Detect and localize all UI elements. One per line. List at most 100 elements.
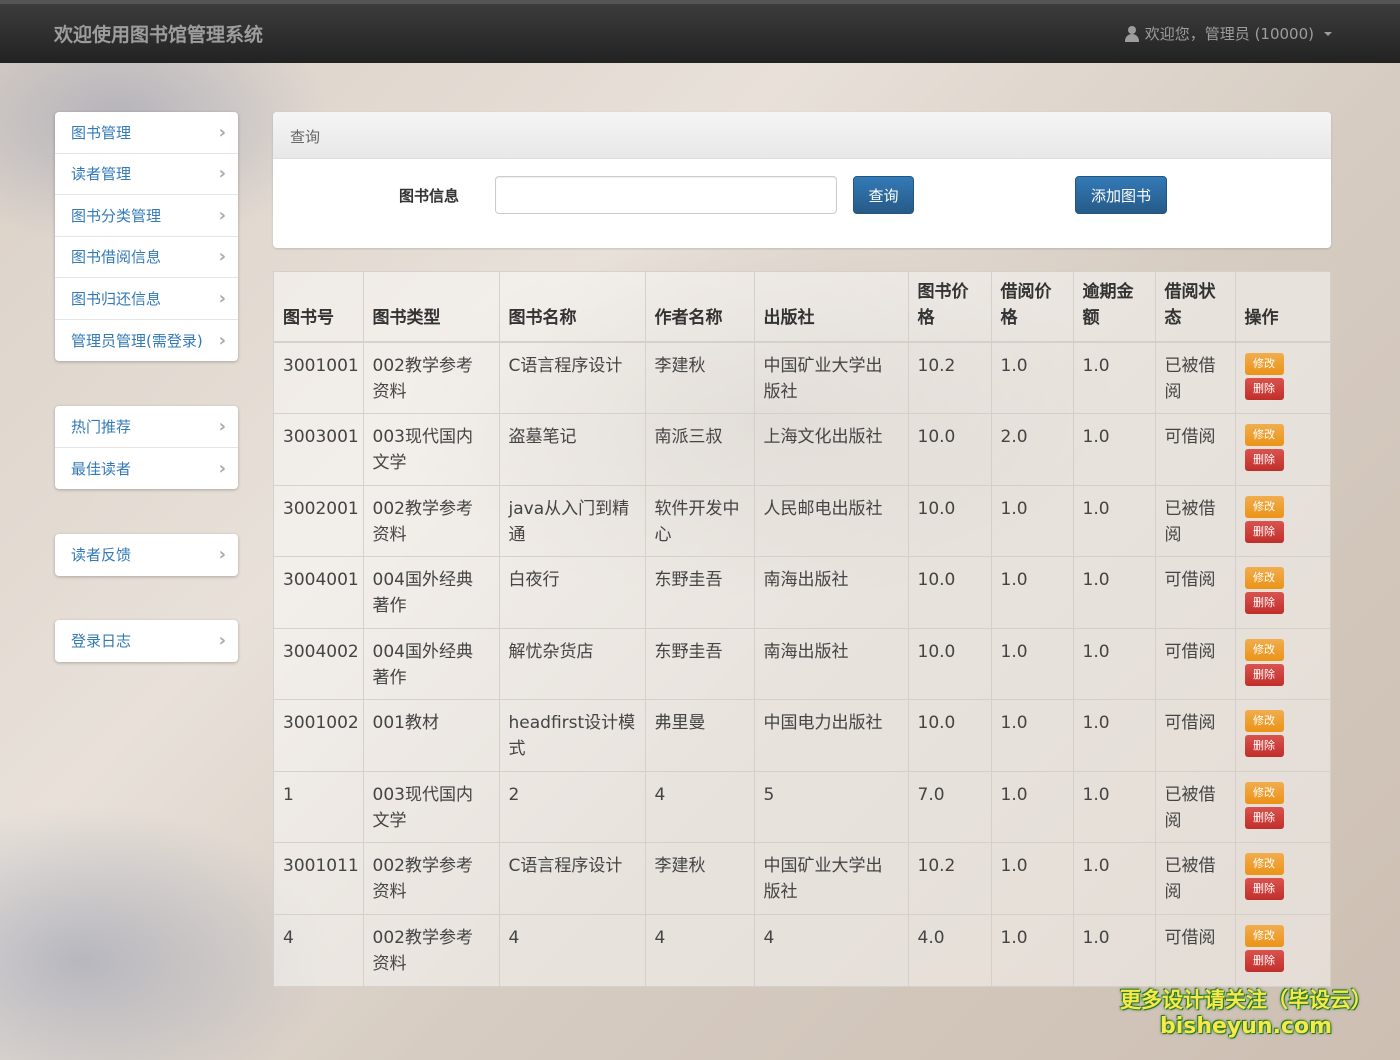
edit-button[interactable]: 修改 bbox=[1244, 353, 1284, 375]
edit-button[interactable]: 修改 bbox=[1244, 781, 1284, 804]
sidebar-item-label: 读者反馈 bbox=[71, 546, 132, 565]
delete-button[interactable]: 删除 bbox=[1244, 520, 1284, 543]
column-header: 图书名称 bbox=[499, 272, 646, 343]
delete-button[interactable]: 删除 bbox=[1244, 449, 1284, 471]
table-cell: 10.0 bbox=[908, 413, 992, 485]
table-cell: 10.2 bbox=[908, 842, 992, 914]
table-cell: 004国外经典著作 bbox=[363, 556, 500, 628]
sidebar-item[interactable]: 读者管理 › bbox=[55, 154, 238, 195]
sidebar-item-label: 图书管理 bbox=[71, 123, 132, 142]
sidebar-item[interactable]: 图书借阅信息 › bbox=[55, 237, 238, 278]
delete-button[interactable]: 删除 bbox=[1244, 949, 1284, 972]
chevron-right-icon: › bbox=[218, 544, 226, 566]
sidebar-item-label: 图书归还信息 bbox=[71, 289, 162, 308]
table-cell: 4 bbox=[499, 913, 646, 986]
search-input[interactable] bbox=[495, 176, 837, 214]
table-cell: 李建秋 bbox=[645, 341, 755, 414]
delete-button[interactable]: 删除 bbox=[1244, 663, 1284, 686]
row-actions: 修改 删除 bbox=[1235, 842, 1332, 914]
sidebar-item[interactable]: 登录日志 › bbox=[55, 620, 238, 662]
table-cell: 1.0 bbox=[991, 627, 1074, 700]
table-cell: 002教学参考资料 bbox=[363, 913, 500, 986]
watermark-line1: 更多设计请关注（毕设云） bbox=[1120, 988, 1372, 1012]
table-cell: 1.0 bbox=[991, 842, 1074, 914]
table-cell: 南海出版社 bbox=[754, 627, 909, 700]
edit-button[interactable]: 修改 bbox=[1244, 710, 1284, 732]
user-greeting: 欢迎您，管理员 (10000) bbox=[1144, 25, 1314, 43]
delete-button[interactable]: 删除 bbox=[1244, 592, 1284, 614]
sidebar-item[interactable]: 图书分类管理 › bbox=[55, 195, 238, 237]
table-cell: 4 bbox=[274, 913, 364, 986]
table-cell: headfirst设计模式 bbox=[499, 699, 646, 771]
table-row: 3001011 002教学参考资料 C语言程序设计 李建秋 中国矿业大学出版社 10.2 1… bbox=[274, 842, 1332, 914]
sidebar-item-label: 热门推荐 bbox=[71, 417, 132, 436]
table-cell: C语言程序设计 bbox=[499, 341, 646, 414]
table-cell: 4 bbox=[754, 913, 909, 986]
sidebar-item[interactable]: 图书归还信息 › bbox=[55, 278, 238, 320]
delete-button[interactable]: 删除 bbox=[1244, 878, 1284, 900]
sidebar-item-label: 图书借阅信息 bbox=[71, 248, 162, 267]
table-cell: 3001001 bbox=[274, 341, 364, 414]
sidebar-item[interactable]: 最佳读者 › bbox=[55, 448, 238, 490]
sidebar-item[interactable]: 管理员管理(需登录) › bbox=[55, 320, 238, 362]
row-actions: 修改 删除 bbox=[1235, 413, 1332, 485]
sidebar-group-management: 图书管理 › 读者管理 › 图书分类管理 › 图书借阅信息 › 图书归还信息 › 管理员管理(需登录… bbox=[55, 112, 238, 361]
table-cell: 2 bbox=[499, 770, 646, 843]
table-row: 3004001 004国外经典著作 白夜行 东野圭吾 南海出版社 10.0 1.0 1.0 可借… bbox=[274, 556, 1332, 628]
table-cell: 3003001 bbox=[274, 413, 364, 485]
chevron-right-icon: › bbox=[218, 415, 226, 437]
table-cell: 003现代国内文学 bbox=[363, 413, 500, 485]
edit-button[interactable]: 修改 bbox=[1244, 638, 1284, 661]
table-cell: 东野圭吾 bbox=[645, 627, 755, 700]
table-cell: 1.0 bbox=[991, 699, 1074, 771]
table-cell: 弗里曼 bbox=[645, 699, 755, 771]
table-cell: 1.0 bbox=[991, 341, 1074, 414]
table-cell: 1.0 bbox=[1073, 842, 1156, 914]
table-cell: 已被借阅 bbox=[1155, 484, 1236, 557]
table-cell: 10.2 bbox=[908, 341, 992, 414]
table-cell: 南派三叔 bbox=[645, 413, 755, 485]
chevron-right-icon: › bbox=[218, 163, 226, 185]
chevron-right-icon: › bbox=[218, 204, 226, 226]
table-cell: 1.0 bbox=[1073, 913, 1156, 986]
column-header: 逾期金额 bbox=[1073, 272, 1156, 343]
top-navbar: 欢迎使用图书馆管理系统 欢迎您，管理员 (10000) bbox=[0, 0, 1400, 63]
row-actions: 修改 删除 bbox=[1235, 770, 1332, 843]
edit-button[interactable]: 修改 bbox=[1244, 495, 1284, 518]
table-cell: 1.0 bbox=[1073, 556, 1156, 628]
table-row: 3004002 004国外经典著作 解忧杂货店 东野圭吾 南海出版社 10.0 1.0 1.0… bbox=[274, 627, 1332, 700]
caret-down-icon bbox=[1324, 31, 1332, 36]
column-header: 借阅价格 bbox=[991, 272, 1074, 343]
sidebar-item-label: 图书分类管理 bbox=[71, 206, 162, 225]
table-cell: 10.0 bbox=[908, 484, 992, 557]
table-row: 1 003现代国内文学 2 4 5 7.0 1.0 1.0 已被借阅 修改 删除 bbox=[274, 770, 1332, 843]
sidebar-item[interactable]: 图书管理 › bbox=[55, 112, 238, 154]
edit-button[interactable]: 修改 bbox=[1244, 567, 1284, 589]
delete-button[interactable]: 删除 bbox=[1244, 735, 1284, 757]
edit-button[interactable]: 修改 bbox=[1244, 424, 1284, 446]
query-button[interactable]: 查询 bbox=[853, 176, 914, 214]
table-cell: 1.0 bbox=[1073, 341, 1156, 414]
sidebar-group-feedback: 读者反馈 › bbox=[55, 534, 238, 576]
sidebar-item[interactable]: 读者反馈 › bbox=[55, 534, 238, 576]
sidebar-group-log: 登录日志 › bbox=[55, 620, 238, 662]
row-actions: 修改 删除 bbox=[1235, 627, 1332, 700]
edit-button[interactable]: 修改 bbox=[1244, 853, 1284, 875]
table-row: 3003001 003现代国内文学 盗墓笔记 南派三叔 上海文化出版社 10.0 2.0 1.… bbox=[274, 413, 1332, 485]
edit-button[interactable]: 修改 bbox=[1244, 924, 1284, 947]
table-cell: 2.0 bbox=[991, 413, 1074, 485]
table-row: 3001001 002教学参考资料 C语言程序设计 李建秋 中国矿业大学出版社 10.2 1… bbox=[274, 341, 1332, 414]
table-cell: java从入门到精通 bbox=[499, 484, 646, 557]
table-cell: 002教学参考资料 bbox=[363, 341, 500, 414]
delete-button[interactable]: 删除 bbox=[1244, 378, 1284, 400]
delete-button[interactable]: 删除 bbox=[1244, 806, 1284, 829]
app-title: 欢迎使用图书馆管理系统 bbox=[54, 24, 264, 46]
table-cell: 1 bbox=[274, 770, 364, 843]
user-menu-dropdown[interactable]: 欢迎您，管理员 (10000) bbox=[1124, 23, 1332, 44]
row-actions: 修改 删除 bbox=[1235, 484, 1332, 557]
table-cell: 1.0 bbox=[991, 770, 1074, 843]
add-book-button[interactable]: 添加图书 bbox=[1075, 176, 1167, 214]
table-cell: 可借阅 bbox=[1155, 413, 1236, 485]
sidebar-item[interactable]: 热门推荐 › bbox=[55, 406, 238, 448]
table-cell: 中国矿业大学出版社 bbox=[754, 842, 909, 914]
